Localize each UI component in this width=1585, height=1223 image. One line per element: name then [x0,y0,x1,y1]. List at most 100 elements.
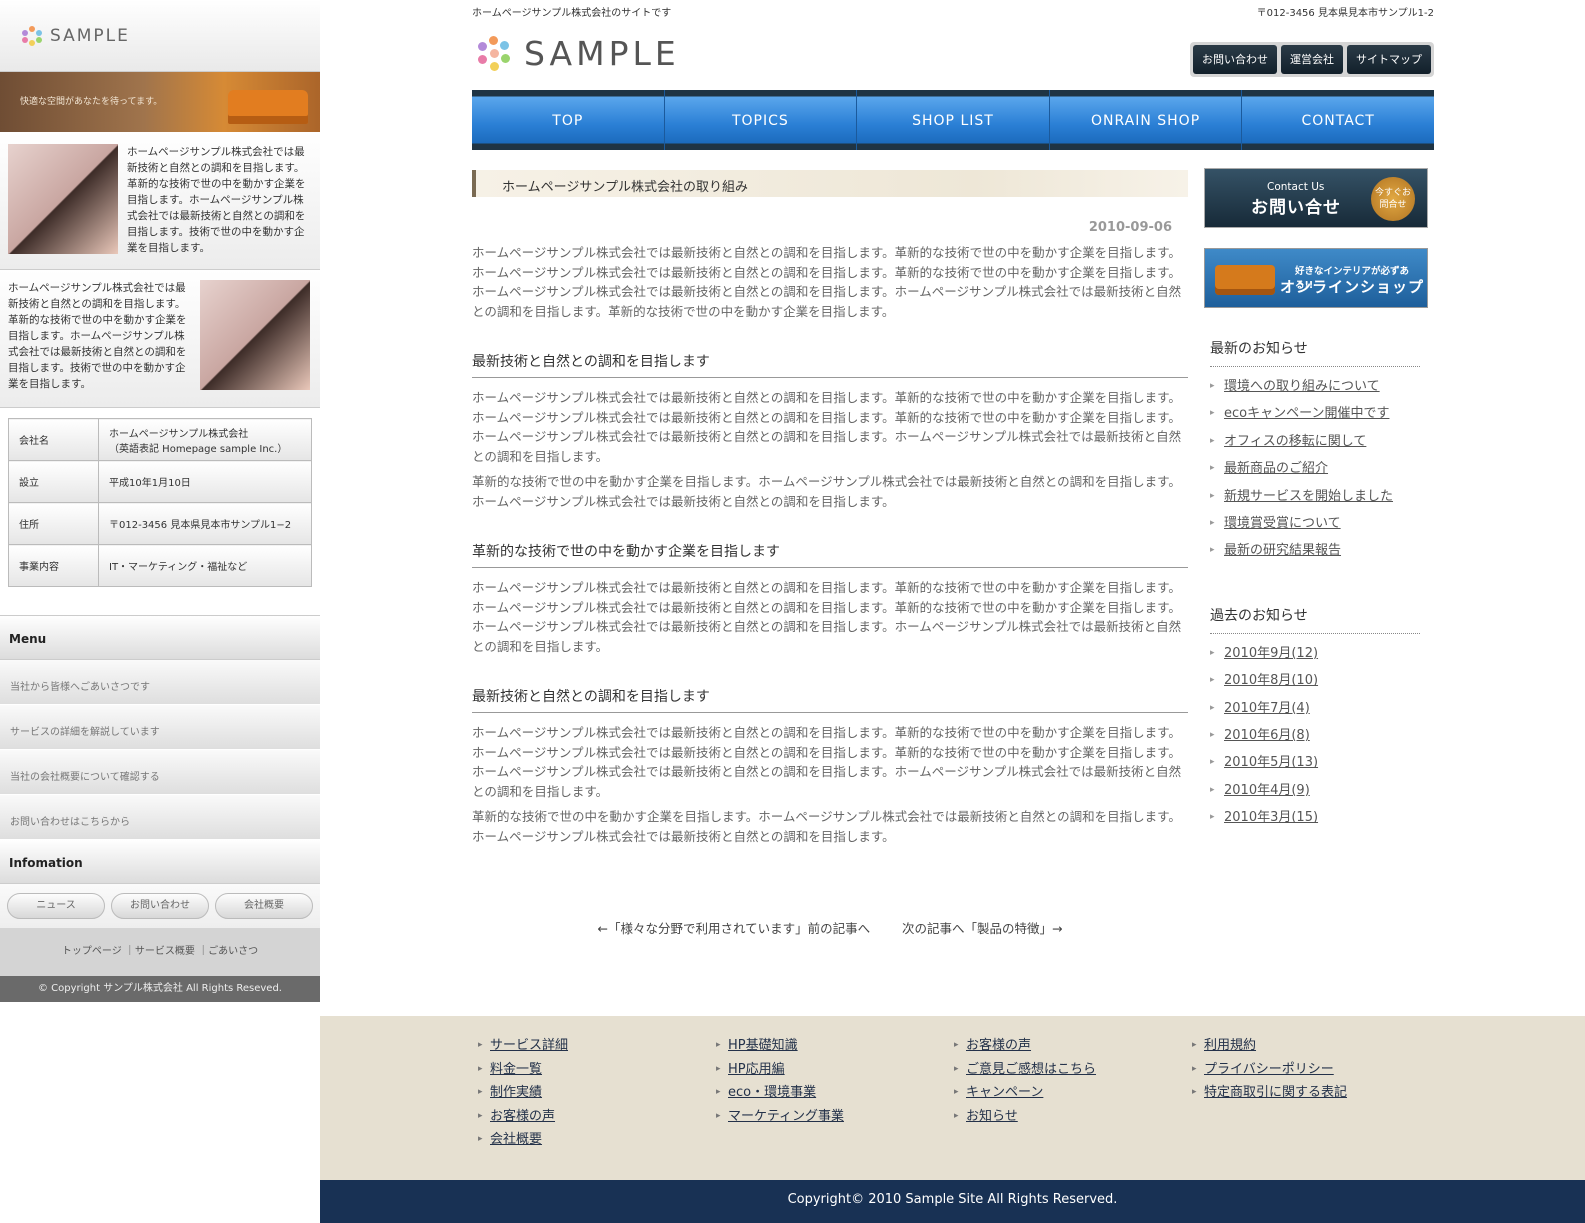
paragraph: 革新的な技術で世の中を動かす企業を目指します。ホームページサンプル株式会社では最… [472,809,1181,844]
row-value: 〒012-3456 見本県見本市サンプル1−2 [98,502,312,545]
footer-link[interactable]: サービス詳細 [478,1034,568,1058]
prev-post-link[interactable]: 様々な分野で利用されています [621,921,796,936]
paragraph: ホームページサンプル株式会社では最新技術と自然との調和を目指します。革新的な技術… [472,580,1182,654]
archive-link[interactable]: 2010年5月(13) [1210,749,1420,777]
archive-link[interactable]: 2010年9月(12) [1210,640,1420,668]
footer-link[interactable]: HP応用編 [716,1058,844,1082]
logo-dots-icon [22,25,42,46]
table-row: 事業内容 IT・マーケティング・福祉など [8,544,312,587]
sidebar-footer-links[interactable]: トップページ ｜サービス概要 ｜ごあいさつ [0,928,320,976]
sidebar-logo[interactable]: SAMPLE [0,0,320,72]
contact-banner[interactable]: Contact Us お問い合せ 今すぐお問合せ [1204,168,1428,228]
company-info: 会社名 ホームページサンプル株式会社 （英語表記 Homepage sample I… [0,408,320,616]
site-tagline: ホームページサンプル株式会社のサイトです [472,8,672,19]
sofa-icon [1215,265,1275,295]
nav-shop-list[interactable]: SHOP LIST [857,90,1050,150]
sidebar-copyright: © Copyright サンプル株式会社 All Rights Reseved. [0,976,320,1002]
company-table: 会社名 ホームページサンプル株式会社 （英語表記 Homepage sample I… [8,418,312,587]
footer-link[interactable]: ご意見ご感想はこちら [954,1058,1096,1082]
paragraph: ホームページサンプル株式会社では最新技術と自然との調和を目指します。革新的な技術… [472,390,1182,464]
menu-item-greeting[interactable]: 当社から皆様へごあいさつです [0,660,320,705]
menu-item-company[interactable]: 当社の会社概要について確認する [0,750,320,795]
top-line: ホームページサンプル株式会社のサイトです 〒012-3456 見本県見本市サンプ… [472,0,1434,20]
post-date: 2010-09-06 [1088,220,1172,235]
section-heading: 最新技術と自然との調和を目指します [472,351,1188,378]
row-label: 会社名 [8,418,99,461]
contact-banner-jp: お問い合せ [1251,198,1341,218]
nav-topics[interactable]: TOPICS [665,90,858,150]
latest-news: 最新のお知らせ 環境への取り組みについて ecoキャンペーン開催中です オフィス… [1210,338,1420,565]
site-logo[interactable]: SAMPLE [476,34,680,73]
archive-link[interactable]: 2010年3月(15) [1210,804,1420,832]
company-overview-button[interactable]: 会社概要 [215,893,313,919]
profile-text-1: ホームページサンプル株式会社では最新技術と自然との調和を目指します。革新的な技術… [127,146,306,254]
row-label: 住所 [8,502,99,545]
sofa-image [228,90,308,124]
footer-col-3: お客様の声 ご意見ご感想はこちら キャンペーン お知らせ [954,1034,1096,1128]
news-link[interactable]: 環境賞受賞について [1210,510,1420,538]
footer-col-4: 利用規約 プライバシーポリシー 特定商取引に関する表記 [1192,1034,1347,1105]
company-name-en: （英語表記 Homepage sample Inc.） [109,443,288,455]
row-label: 事業内容 [8,544,99,587]
profile-text-2: ホームページサンプル株式会社では最新技術と自然との調和を目指します。革新的な技術… [8,282,187,390]
next-suffix: 」→ [1039,921,1063,936]
news-link[interactable]: ecoキャンペーン開催中です [1210,400,1420,428]
profile-block-1: ホームページサンプル株式会社では最新技術と自然との調和を目指します。革新的な技術… [0,132,320,270]
nav-online-shop[interactable]: ONRAIN SHOP [1050,90,1243,150]
post-pager: ←「様々な分野で利用されています」前の記事へ 次の記事へ「製品の特徴」→ [472,918,1188,937]
woman-photo [8,144,118,254]
menu-item-service[interactable]: サービスの詳細を解説しています [0,705,320,750]
nav-contact[interactable]: CONTACT [1242,90,1434,150]
footer-link[interactable]: マーケティング事業 [716,1105,844,1129]
archive-link[interactable]: 2010年7月(4) [1210,695,1420,723]
footer-col-1: サービス詳細 料金一覧 制作実績 お客様の声 会社概要 [478,1034,568,1152]
menu-item-contact[interactable]: お問い合わせはこちらから [0,795,320,840]
archive-link[interactable]: 2010年8月(10) [1210,667,1420,695]
paragraph: 革新的な技術で世の中を動かす企業を目指します。ホームページサンプル株式会社では最… [472,474,1181,509]
sitemap-header-button[interactable]: サイトマップ [1347,45,1431,74]
nav-top[interactable]: TOP [472,90,665,150]
footer-link[interactable]: お客様の声 [478,1105,568,1129]
company-name: ホームページサンプル株式会社 [109,428,249,440]
footer-link[interactable]: HP基礎知識 [716,1034,844,1058]
footer-link[interactable]: キャンペーン [954,1081,1096,1105]
online-shop-banner[interactable]: 好きなインテリアが必ずある!! オンラインショップ [1204,248,1428,308]
sidebar-banner[interactable]: 快適な空間があなたを待ってます。 [0,72,320,132]
footer-link[interactable]: 料金一覧 [478,1058,568,1082]
news-link[interactable]: 環境への取り組みについて [1210,373,1420,401]
footer-link[interactable]: 利用規約 [1192,1034,1347,1058]
news-link[interactable]: 最新商品のご紹介 [1210,455,1420,483]
paragraph: ホームページサンプル株式会社では最新技術と自然との調和を目指します。革新的な技術… [472,725,1182,799]
row-value: 平成10年1月10日 [98,460,312,503]
news-link[interactable]: オフィスの移転に関して [1210,428,1420,456]
footer-col-2: HP基礎知識 HP応用編 eco・環境事業 マーケティング事業 [716,1034,844,1128]
past-news-heading: 過去のお知らせ [1210,605,1420,634]
footer-copyright: Copyright© 2010 Sample Site All Rights R… [320,1180,1585,1223]
footer-link[interactable]: プライバシーポリシー [1192,1058,1347,1082]
contact-now-badge: 今すぐお問合せ [1371,177,1415,221]
shop-banner-main: オンラインショップ [1280,278,1425,296]
footer-link[interactable]: お客様の声 [954,1034,1096,1058]
main-column: ホームページサンプル株式会社のサイトです 〒012-3456 見本県見本市サンプ… [472,0,1434,936]
prev-suffix: 」前の記事へ [795,921,871,936]
row-value: ホームページサンプル株式会社 （英語表記 Homepage sample Inc.… [98,418,312,461]
news-link[interactable]: 最新の研究結果報告 [1210,537,1420,565]
news-button[interactable]: ニュース [7,893,105,919]
archive-link[interactable]: 2010年6月(8) [1210,722,1420,750]
inquiry-button[interactable]: お問い合わせ [111,893,209,919]
logo-text: SAMPLE [524,34,680,73]
footer-link[interactable]: お知らせ [954,1105,1096,1129]
info-heading: Infomation [0,840,320,884]
archive-link[interactable]: 2010年4月(9) [1210,777,1420,805]
contact-header-button[interactable]: お問い合わせ [1193,45,1277,74]
footer-link[interactable]: 会社概要 [478,1128,568,1152]
footer: サービス詳細 料金一覧 制作実績 お客様の声 会社概要 HP基礎知識 HP応用編… [320,1016,1585,1223]
latest-news-heading: 最新のお知らせ [1210,338,1420,367]
next-post-link[interactable]: 製品の特徴 [977,921,1040,936]
footer-link[interactable]: eco・環境事業 [716,1081,844,1105]
operator-header-button[interactable]: 運営会社 [1281,45,1343,74]
news-link[interactable]: 新規サービスを開始しました [1210,483,1420,511]
header-buttons: お問い合わせ 運営会社 サイトマップ [1190,42,1434,77]
footer-link[interactable]: 制作実績 [478,1081,568,1105]
footer-link[interactable]: 特定商取引に関する表記 [1192,1081,1347,1105]
